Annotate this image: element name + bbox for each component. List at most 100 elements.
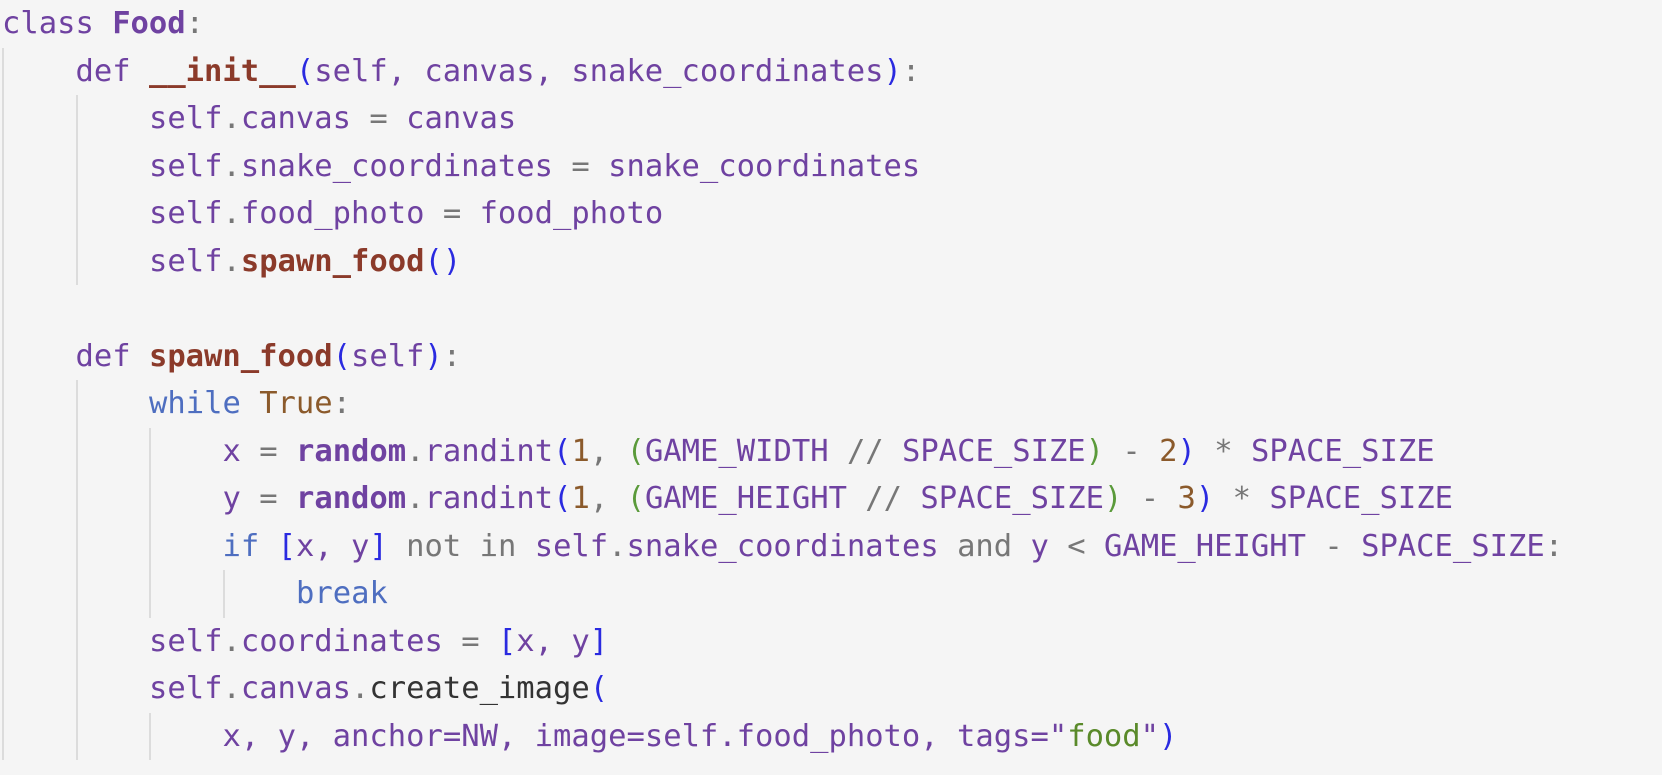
code-token: SPACE_SIZE bbox=[1269, 481, 1453, 516]
code-line: while True: bbox=[0, 380, 1662, 428]
code-token: x, y bbox=[516, 623, 590, 659]
code-line: self.snake_coordinates = snake_coordinat… bbox=[0, 142, 1662, 190]
indent-guide bbox=[75, 380, 78, 428]
code-token: and bbox=[957, 528, 1031, 564]
code-content: def __init__(self, canvas, snake_coordin… bbox=[76, 54, 921, 89]
code-token: = bbox=[259, 433, 296, 469]
code-token: = bbox=[461, 623, 498, 659]
code-token: self bbox=[149, 148, 223, 184]
code-token: ] bbox=[369, 528, 388, 564]
indent-guide bbox=[75, 570, 78, 618]
code-token: 1 bbox=[571, 433, 590, 469]
code-content: x = random.randint(1, (GAME_WIDTH // SPA… bbox=[223, 434, 1435, 469]
code-token: not in bbox=[387, 528, 535, 564]
indent-guide bbox=[2, 712, 4, 760]
indent-guide bbox=[75, 712, 78, 760]
code-token: : bbox=[901, 53, 921, 89]
code-token: " bbox=[1048, 718, 1068, 754]
code-token: GAME_HEIGHT bbox=[1103, 528, 1325, 564]
indent-guide bbox=[2, 285, 4, 333]
indent-guide bbox=[2, 665, 4, 713]
code-token: ( bbox=[589, 671, 609, 706]
indent-guide bbox=[75, 427, 78, 475]
code-token: food_photo bbox=[240, 196, 443, 231]
code-token: . bbox=[222, 671, 241, 706]
code-token: " bbox=[1140, 718, 1160, 754]
code-token: ( bbox=[553, 433, 572, 469]
indent-guide bbox=[75, 665, 78, 713]
code-token: True bbox=[259, 386, 333, 421]
indent-guide bbox=[149, 475, 151, 523]
indent-guide bbox=[2, 427, 4, 475]
indent-guide bbox=[75, 237, 78, 285]
code-token: . bbox=[406, 433, 425, 469]
code-token: . bbox=[351, 671, 370, 706]
code-token: . bbox=[222, 243, 241, 279]
code-token: canvas bbox=[240, 101, 370, 136]
code-content: self.canvas = canvas bbox=[149, 101, 516, 136]
code-line: x = random.randint(1, (GAME_WIDTH // SPA… bbox=[0, 427, 1662, 475]
indent-guide bbox=[2, 380, 4, 428]
code-token: random bbox=[295, 481, 407, 516]
code-line: x, y, anchor=NW, image=self.food_photo, … bbox=[0, 712, 1662, 760]
code-token: GAME_WIDTH bbox=[644, 433, 847, 469]
code-token: [ bbox=[277, 528, 296, 564]
code-line: break bbox=[0, 570, 1662, 618]
code-token: ( bbox=[332, 338, 351, 374]
code-token: canvas bbox=[406, 101, 517, 136]
code-content: x, y, anchor=NW, image=self.food_photo, … bbox=[223, 719, 1178, 754]
code-token: : bbox=[1544, 528, 1564, 564]
code-token: : bbox=[442, 338, 462, 374]
code-content: def spawn_food(self): bbox=[76, 339, 462, 374]
indent-guide bbox=[2, 570, 4, 618]
code-token: = bbox=[369, 101, 407, 136]
code-line: def spawn_food(self): bbox=[0, 332, 1662, 380]
code-token: snake_coordinates bbox=[608, 148, 921, 184]
code-content: self.canvas.create_image( bbox=[149, 671, 608, 706]
code-token: y bbox=[1030, 528, 1068, 564]
code-token: y bbox=[222, 481, 260, 516]
code-line: y = random.randint(1, (GAME_HEIGHT // SP… bbox=[0, 475, 1662, 523]
code-token: spawn_food bbox=[240, 243, 425, 279]
indent-guide bbox=[75, 95, 78, 143]
code-token: self bbox=[149, 101, 223, 136]
code-token: , bbox=[589, 481, 627, 516]
code-token: x bbox=[222, 433, 260, 469]
code-token: random bbox=[295, 433, 407, 469]
code-token: ] bbox=[589, 623, 609, 659]
code-token: : bbox=[185, 6, 205, 41]
code-token: def bbox=[75, 338, 149, 374]
code-token: ) bbox=[1177, 433, 1196, 469]
code-token: spawn_food bbox=[148, 338, 333, 374]
indent-guide bbox=[149, 522, 151, 570]
code-line: def __init__(self, canvas, snake_coordin… bbox=[0, 47, 1662, 95]
code-token: self bbox=[534, 528, 609, 564]
indent-guide bbox=[149, 427, 151, 475]
code-content: if [x, y] not in self.snake_coordinates … bbox=[223, 529, 1564, 564]
code-token: self bbox=[149, 243, 223, 279]
code-token: coordinates bbox=[240, 623, 462, 659]
code-token: = bbox=[571, 148, 609, 184]
code-token: : bbox=[332, 386, 352, 421]
code-token: ( bbox=[295, 53, 315, 89]
code-token: 3 bbox=[1177, 481, 1196, 516]
code-token: ( bbox=[626, 433, 645, 469]
code-token: = bbox=[442, 196, 480, 231]
code-token: SPACE_SIZE bbox=[920, 481, 1105, 516]
code-content: break bbox=[296, 576, 388, 611]
code-token: // bbox=[865, 481, 921, 516]
code-token: SPACE_SIZE bbox=[1250, 433, 1435, 469]
code-line: class Food: bbox=[0, 0, 1662, 48]
code-token: [ bbox=[497, 623, 517, 659]
code-token: food bbox=[1067, 718, 1141, 754]
code-token: ) bbox=[1195, 481, 1215, 516]
code-token: x, y, anchor=NW, image=self.food_photo, … bbox=[222, 718, 1049, 754]
code-token: ( bbox=[626, 481, 645, 516]
code-content: self.spawn_food() bbox=[149, 244, 461, 279]
code-line: self.spawn_food() bbox=[0, 237, 1662, 285]
indent-guide bbox=[2, 47, 4, 95]
indent-guide bbox=[2, 617, 4, 665]
code-token: . bbox=[222, 148, 241, 184]
code-token: = bbox=[259, 481, 296, 516]
indent-guide bbox=[149, 570, 151, 618]
